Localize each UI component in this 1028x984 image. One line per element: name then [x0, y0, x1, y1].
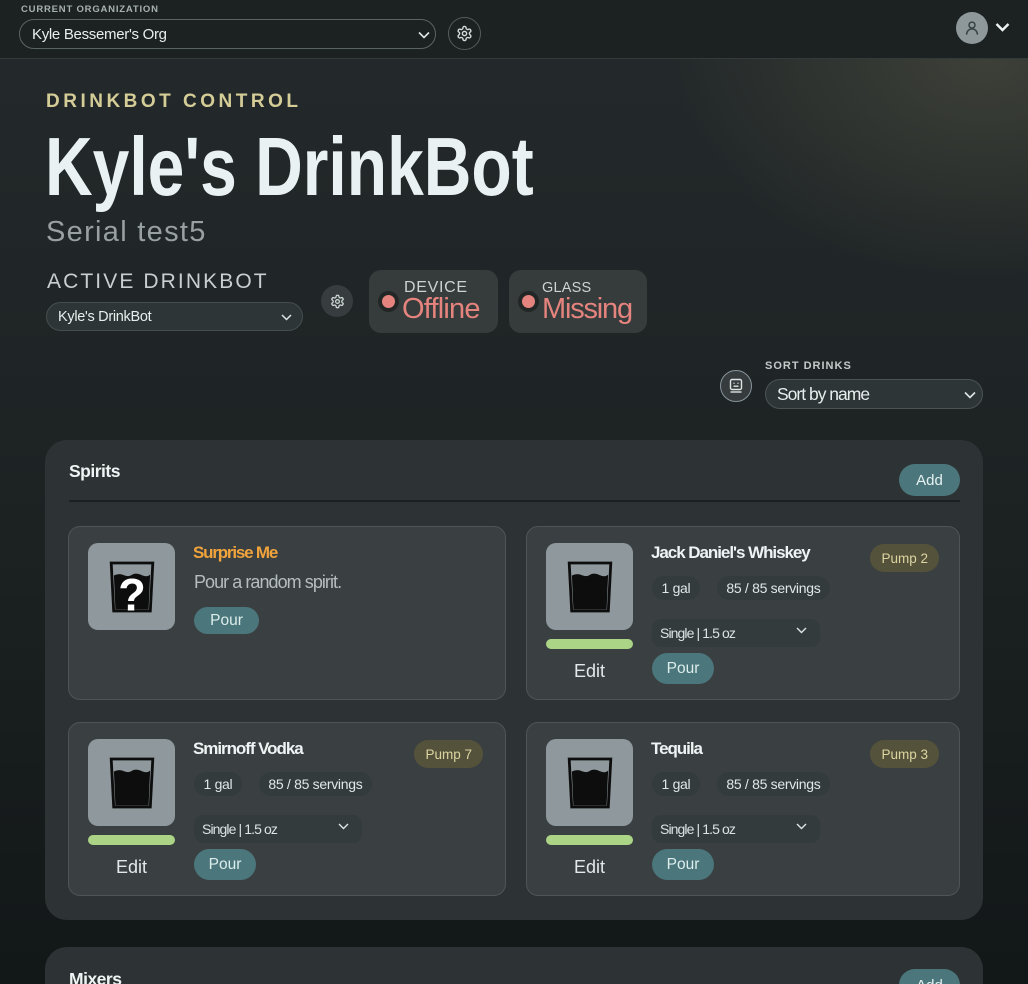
svg-text:?: ?	[118, 569, 146, 613]
